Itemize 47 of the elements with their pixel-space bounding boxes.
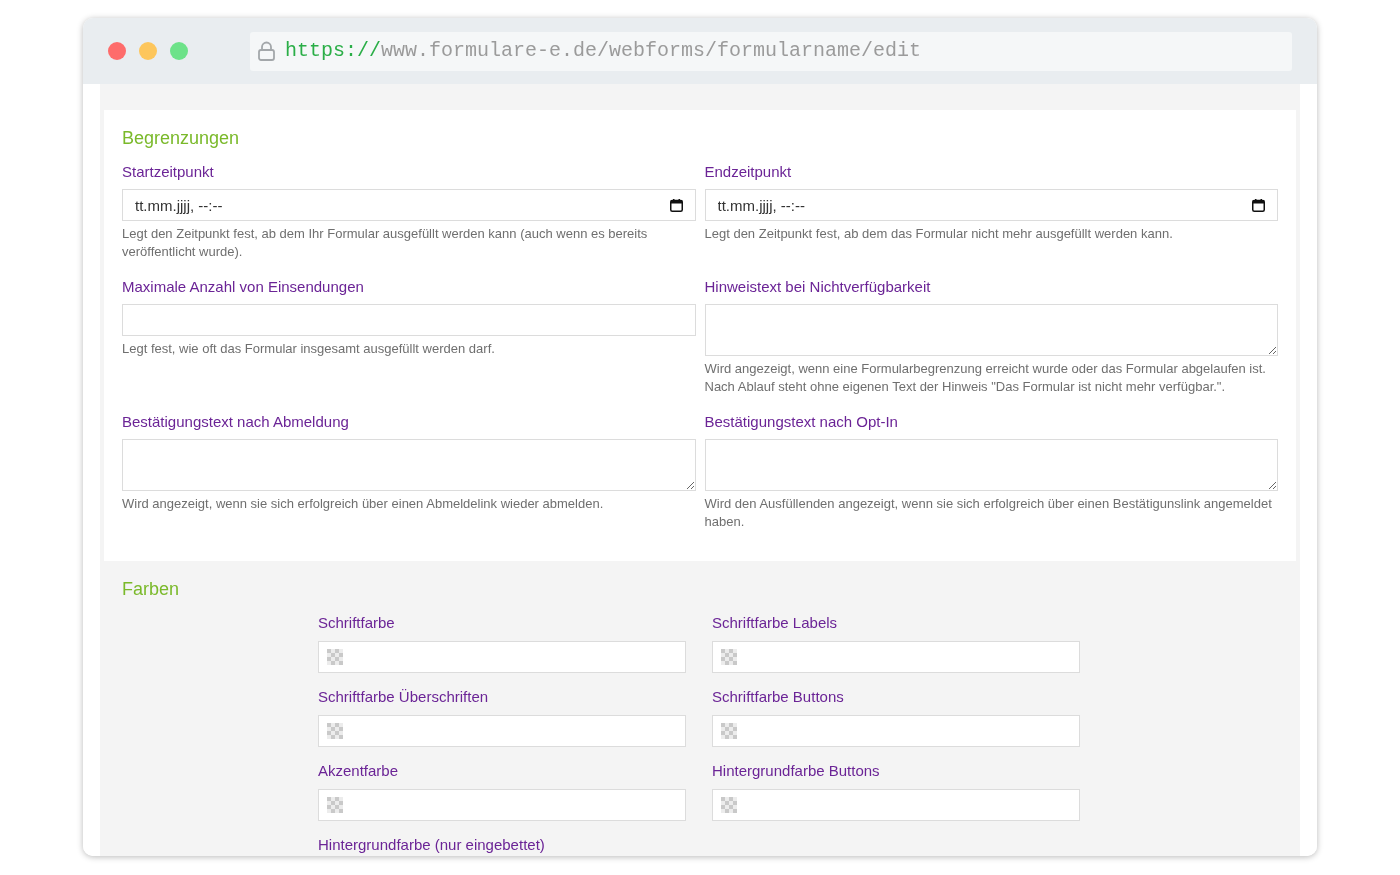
maximize-window-icon[interactable] — [170, 42, 188, 60]
color-field[interactable] — [318, 789, 686, 821]
help-text: Legt fest, wie oft das Formular insgesamt ausgefüllt werden darf. — [122, 340, 496, 358]
date-time-field[interactable]: tt.mm.jjjj, --:-- — [122, 189, 696, 221]
url-text: https://www.formulare-e.de/webforms/formularname/edit — [285, 39, 922, 63]
checkerboard-icon — [327, 649, 343, 665]
text-area[interactable] — [704, 439, 1278, 491]
help-text: Wird den Ausfüllenden angezeigt, wenn sie sich erfolgreich über einen Bestätigunslink angemeldet haben. — [704, 495, 1273, 531]
lock-icon — [258, 41, 275, 61]
section-heading: Farben — [122, 578, 181, 601]
color-field[interactable] — [712, 641, 1080, 673]
color-field[interactable] — [712, 715, 1080, 747]
color-field[interactable] — [318, 715, 686, 747]
checkerboard-icon — [327, 723, 343, 739]
field-label: Hinweistext bei Nichtverfügbarkeit — [704, 277, 932, 297]
text-area[interactable] — [704, 304, 1278, 356]
checkerboard-icon — [721, 797, 737, 813]
help-text: Wird angezeigt, wenn sie sich erfolgreich über einen Abmeldelink wieder abmelden. — [122, 495, 605, 513]
field-label: Bestätigungstext nach Opt-In — [704, 412, 899, 432]
color-field[interactable] — [318, 641, 686, 673]
calendar-icon[interactable] — [1252, 199, 1265, 212]
number-field[interactable] — [122, 304, 696, 336]
field-label: Startzeitpunkt — [122, 162, 215, 182]
help-text: Wird angezeigt, wenn eine Formularbegrenzung erreicht wurde oder das Formular abgelaufen ist. Nach Ablauf steht ohne eigenen Text der Hinweis "Das Formular ist nicht mehr verfügbar.". — [704, 360, 1267, 396]
help-text: Legt den Zeitpunkt fest, ab dem das Formular nicht mehr ausgefüllt werden kann. — [704, 225, 1174, 243]
date-time-field[interactable]: tt.mm.jjjj, --:-- — [704, 189, 1278, 221]
field-label: Hintergrundfarbe (nur eingebettet) — [318, 835, 546, 855]
field-label: Bestätigungstext nach Abmeldung — [122, 412, 350, 432]
minimize-window-icon[interactable] — [139, 42, 157, 60]
checkerboard-icon — [721, 723, 737, 739]
address-bar[interactable]: https://www.formulare-e.de/webforms/formularname/edit — [250, 31, 1292, 71]
close-window-icon[interactable] — [108, 42, 126, 60]
field-label: Schriftfarbe Labels — [712, 613, 839, 633]
calendar-icon[interactable] — [669, 199, 683, 212]
field-label: Schriftfarbe Buttons — [712, 687, 845, 707]
color-field[interactable] — [712, 789, 1080, 821]
checkerboard-icon — [327, 797, 343, 813]
section-heading: Begrenzungen — [122, 127, 241, 150]
field-label: Endzeitpunkt — [704, 162, 793, 182]
text-area[interactable] — [122, 439, 696, 491]
field-label: Akzentfarbe — [318, 761, 400, 781]
checkerboard-icon — [721, 649, 737, 665]
field-label: Maximale Anzahl von Einsendungen — [122, 277, 365, 297]
help-text: Legt den Zeitpunkt fest, ab dem Ihr Formular ausgefüllt werden kann (auch wenn es bereits veröffentlicht wurde). — [122, 225, 649, 261]
field-label: Schriftfarbe — [318, 613, 396, 633]
field-label: Hintergrundfarbe Buttons — [712, 761, 881, 781]
field-label: Schriftfarbe Überschriften — [318, 687, 490, 707]
